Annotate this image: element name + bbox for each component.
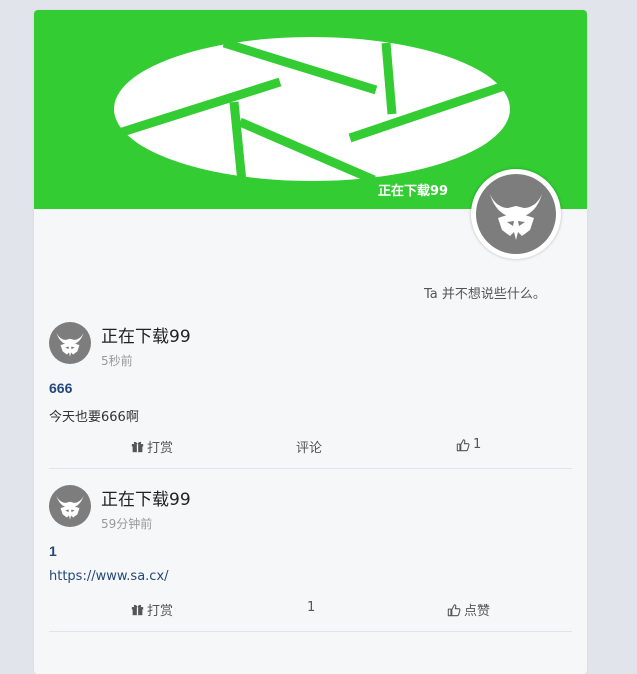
- thumbs-up-icon: [447, 603, 461, 616]
- feed-post: 正在下载99 5秒前 666 今天也要666啊 打赏 评论 1: [49, 322, 572, 470]
- feed-post: 正在下载99 59分钟前 1 https://www.sa.cx/ 打赏 1 点…: [49, 485, 572, 633]
- post-avatar[interactable]: [49, 485, 91, 527]
- comment-label: 评论: [296, 441, 323, 456]
- reward-label: 打赏: [147, 441, 174, 456]
- post-time: 5秒前: [101, 354, 133, 368]
- profile-avatar[interactable]: [471, 169, 561, 259]
- gift-icon: [131, 604, 144, 616]
- post-link[interactable]: https://www.sa.cx/: [49, 569, 169, 584]
- post-author[interactable]: 正在下载99: [101, 322, 191, 347]
- post-title[interactable]: 1: [49, 543, 57, 559]
- profile-card: 正在下载99 Ta 并不想说些什么。 正在下载99 5秒前 666 今天也要66…: [34, 10, 587, 674]
- post-avatar[interactable]: [49, 322, 91, 364]
- post-content: 今天也要666啊: [49, 410, 139, 425]
- like-count: 1: [473, 437, 482, 452]
- like-button[interactable]: 点赞: [447, 600, 490, 619]
- reward-button[interactable]: 打赏: [131, 437, 173, 456]
- like-button[interactable]: 1: [456, 437, 481, 452]
- banner-username: 正在下载99: [378, 184, 449, 199]
- comment-count: 1: [307, 600, 316, 615]
- post-title[interactable]: 666: [49, 380, 72, 396]
- reward-label: 打赏: [147, 604, 174, 619]
- post-divider: [49, 631, 572, 632]
- horned-mask-icon: [476, 174, 556, 254]
- post-divider: [49, 468, 572, 469]
- gift-icon: [131, 441, 144, 453]
- post-author[interactable]: 正在下载99: [101, 485, 191, 510]
- comment-button[interactable]: 1: [307, 600, 315, 615]
- post-time: 59分钟前: [101, 517, 153, 531]
- comment-button[interactable]: 评论: [296, 437, 322, 456]
- reward-button[interactable]: 打赏: [131, 600, 173, 619]
- camera-aperture-icon: [114, 37, 512, 185]
- profile-bio: Ta 并不想说些什么。: [424, 287, 546, 302]
- like-label: 点赞: [464, 604, 491, 619]
- thumbs-up-icon: [456, 438, 470, 451]
